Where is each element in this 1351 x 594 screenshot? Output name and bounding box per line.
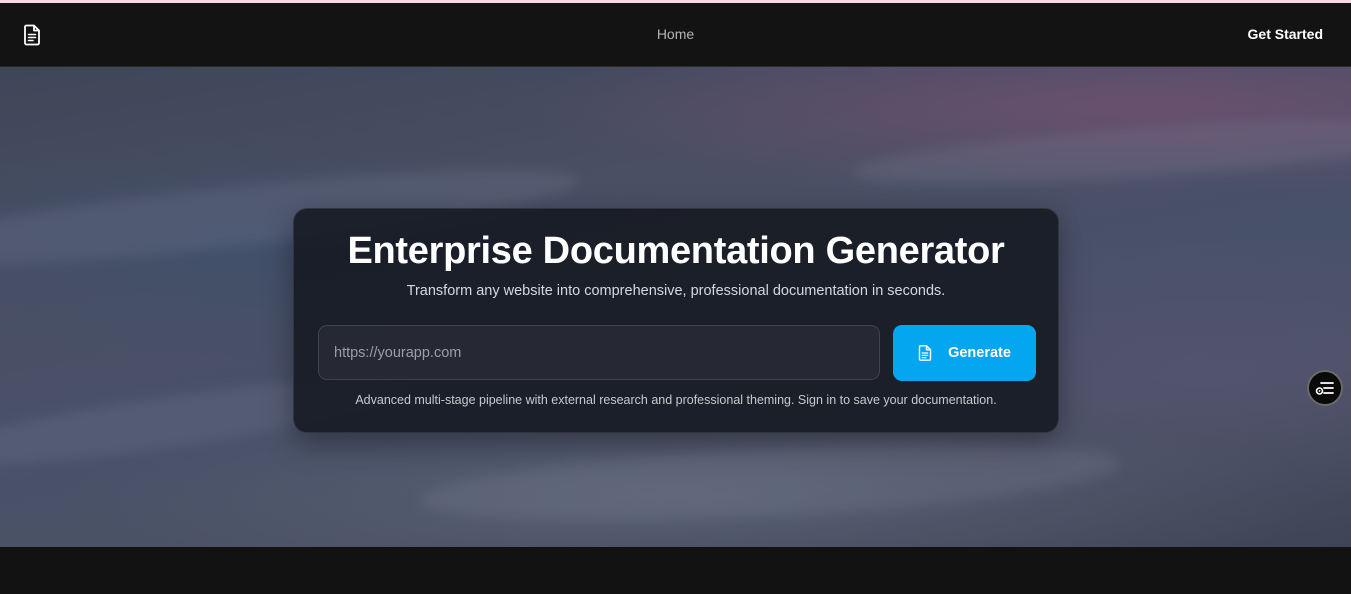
url-input[interactable] xyxy=(318,325,880,380)
nav-home-container: Home xyxy=(0,26,1351,42)
generate-button-label: Generate xyxy=(948,345,1011,361)
background-streak xyxy=(418,428,1122,536)
page-title: Enterprise Documentation Generator xyxy=(347,230,1005,272)
settings-list-icon xyxy=(1315,382,1334,395)
background-streak xyxy=(848,106,1351,198)
footer-band xyxy=(0,547,1351,594)
generator-card: Enterprise Documentation Generator Trans… xyxy=(293,208,1059,433)
page-subtitle: Transform any website into comprehensive… xyxy=(406,283,946,299)
hero-section: Enterprise Documentation Generator Trans… xyxy=(0,67,1351,547)
get-started-link[interactable]: Get Started xyxy=(1248,26,1323,42)
floating-settings-button[interactable] xyxy=(1307,370,1343,406)
document-icon xyxy=(918,345,932,361)
nav-link-home[interactable]: Home xyxy=(657,26,694,42)
generate-button[interactable]: Generate xyxy=(893,325,1036,381)
navbar: Home Get Started xyxy=(0,3,1351,67)
card-footnote: Advanced multi-stage pipeline with exter… xyxy=(355,393,997,407)
